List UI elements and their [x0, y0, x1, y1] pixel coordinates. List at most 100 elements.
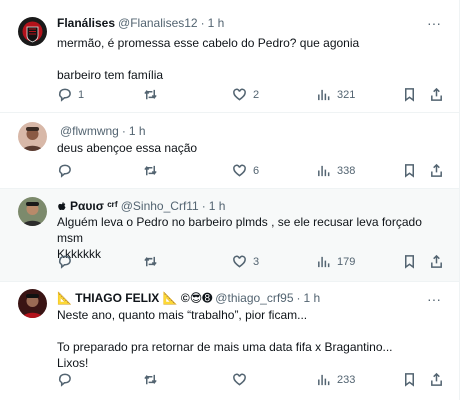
like-button[interactable]: 6 — [232, 163, 259, 178]
like-count: 2 — [253, 88, 260, 101]
flamengo-crest-avatar-icon — [18, 17, 47, 46]
bookmark-button[interactable] — [402, 372, 417, 387]
reply-icon — [58, 88, 71, 102]
retweet-button[interactable] — [143, 372, 164, 387]
retweet-button[interactable] — [143, 163, 164, 178]
avatar[interactable] — [18, 122, 47, 151]
like-button[interactable] — [232, 372, 253, 387]
user-photo-avatar-icon — [18, 197, 47, 226]
like-count: 3 — [253, 255, 260, 268]
timestamp[interactable]: 1 h — [209, 199, 226, 213]
views-count: 321 — [337, 88, 356, 101]
timestamp[interactable]: 1 h — [208, 16, 225, 30]
retweet-button[interactable] — [143, 87, 164, 102]
bookmark-icon — [405, 88, 414, 102]
display-name[interactable]: Ραυισ ᶜʳᶠ — [70, 199, 118, 213]
apple-icon — [58, 202, 66, 210]
bookmark-icon — [405, 255, 414, 269]
tweet-line — [57, 51, 441, 67]
timestamp[interactable]: 1 h — [129, 124, 146, 138]
bookmark-button[interactable] — [402, 163, 417, 178]
retweet-icon — [144, 374, 157, 385]
views-chart-icon — [318, 165, 330, 177]
tweet-line: Alguém leva o Pedro no barbeiro plmds , … — [57, 215, 426, 245]
views-count: 338 — [337, 164, 356, 177]
avatar[interactable] — [18, 289, 47, 318]
views-button[interactable]: 338 — [316, 163, 355, 178]
like-button[interactable]: 2 — [232, 87, 259, 102]
reply-button[interactable] — [57, 163, 78, 178]
reply-icon — [58, 164, 71, 178]
separator: · — [296, 291, 301, 305]
user-handle[interactable]: @Flanalises12 — [118, 16, 198, 30]
share-icon — [431, 254, 442, 268]
user-photo-avatar-icon — [18, 289, 47, 318]
avatar[interactable] — [18, 17, 47, 46]
reply-button[interactable] — [57, 372, 78, 387]
tweet-line: To preparado pra retornar de mais uma da… — [57, 340, 393, 354]
timestamp[interactable]: 1 h — [304, 291, 321, 305]
reply-button[interactable]: 1 — [57, 87, 84, 102]
action-bar: 233 — [57, 372, 447, 390]
views-button[interactable]: 321 — [316, 87, 355, 102]
action-bar: 3 179 — [57, 254, 447, 272]
display-name[interactable]: Flanálises — [57, 16, 115, 30]
retweet-icon — [144, 256, 157, 267]
tweet-text: Neste ano, quanto mais “trabalho”, pior … — [57, 307, 441, 371]
bookmark-button[interactable] — [402, 254, 417, 269]
share-icon — [431, 163, 442, 177]
retweet-button[interactable] — [143, 254, 164, 269]
avatar[interactable] — [18, 197, 47, 226]
tweet-1[interactable]: Flanálises @Flanalises12 · 1 h ··· mermã… — [0, 0, 459, 113]
share-icon — [431, 372, 442, 386]
tweet-3[interactable]: Ραυισ ᶜʳᶠ @Sinho_Crf11 · 1 h Alguém leva… — [0, 189, 459, 282]
views-chart-icon — [318, 256, 330, 268]
more-options-icon[interactable]: ··· — [427, 16, 441, 30]
user-handle[interactable]: @thiago_crf95 — [215, 291, 293, 305]
share-button[interactable] — [429, 87, 444, 102]
share-button[interactable] — [429, 254, 444, 269]
separator: · — [201, 199, 206, 213]
tweet-line: Lixos! — [57, 356, 89, 370]
bookmark-button[interactable] — [402, 87, 417, 102]
tweet-line — [57, 323, 441, 339]
tweet-line: Neste ano, quanto mais “trabalho”, pior … — [57, 308, 308, 322]
tweet-2[interactable]: @flwmwng · 1 h deus abençoe essa nação 6… — [0, 113, 459, 189]
heart-icon — [233, 373, 246, 386]
bookmark-icon — [405, 373, 414, 387]
display-name[interactable]: 📐 THIAGO FELIX 📐 ©😎➑ — [57, 291, 212, 305]
heart-icon — [233, 255, 246, 268]
tweet-text: deus abençoe essa nação — [57, 140, 441, 156]
views-chart-icon — [318, 89, 330, 101]
views-count: 233 — [337, 373, 356, 386]
tweet-line: mermão, é promessa esse cabelo do Pedro?… — [57, 36, 360, 50]
reply-icon — [58, 373, 71, 387]
retweet-icon — [144, 165, 157, 176]
more-options-icon[interactable]: ··· — [427, 292, 441, 306]
share-button[interactable] — [429, 163, 444, 178]
separator: · — [200, 16, 205, 30]
tweet-line: barbeiro tem família — [57, 68, 164, 82]
views-button[interactable]: 179 — [316, 254, 355, 269]
tweet-line: deus abençoe essa nação — [57, 141, 198, 155]
tweet-header: @flwmwng · 1 h — [57, 124, 429, 138]
views-count: 179 — [337, 255, 356, 268]
reply-feed: Flanálises @Flanalises12 · 1 h ··· mermã… — [0, 0, 460, 400]
views-button[interactable]: 233 — [316, 372, 355, 387]
share-button[interactable] — [429, 372, 444, 387]
user-handle[interactable]: @flwmwng — [60, 124, 119, 138]
heart-icon — [233, 88, 246, 101]
share-icon — [431, 87, 442, 101]
reply-icon — [58, 255, 71, 269]
like-button[interactable]: 3 — [232, 254, 259, 269]
reply-button[interactable] — [57, 254, 78, 269]
user-handle[interactable]: @Sinho_Crf11 — [121, 199, 199, 213]
tweet-4[interactable]: 📐 THIAGO FELIX 📐 ©😎➑ @thiago_crf95 · 1 h… — [0, 282, 459, 400]
tweet-header: 📐 THIAGO FELIX 📐 ©😎➑ @thiago_crf95 · 1 h — [57, 291, 429, 305]
retweet-icon — [144, 89, 157, 100]
reply-count: 1 — [78, 88, 85, 101]
tweet-text: mermão, é promessa esse cabelo do Pedro?… — [57, 35, 441, 83]
views-chart-icon — [318, 374, 330, 386]
separator: · — [121, 124, 126, 138]
user-photo-avatar-icon — [18, 122, 47, 151]
